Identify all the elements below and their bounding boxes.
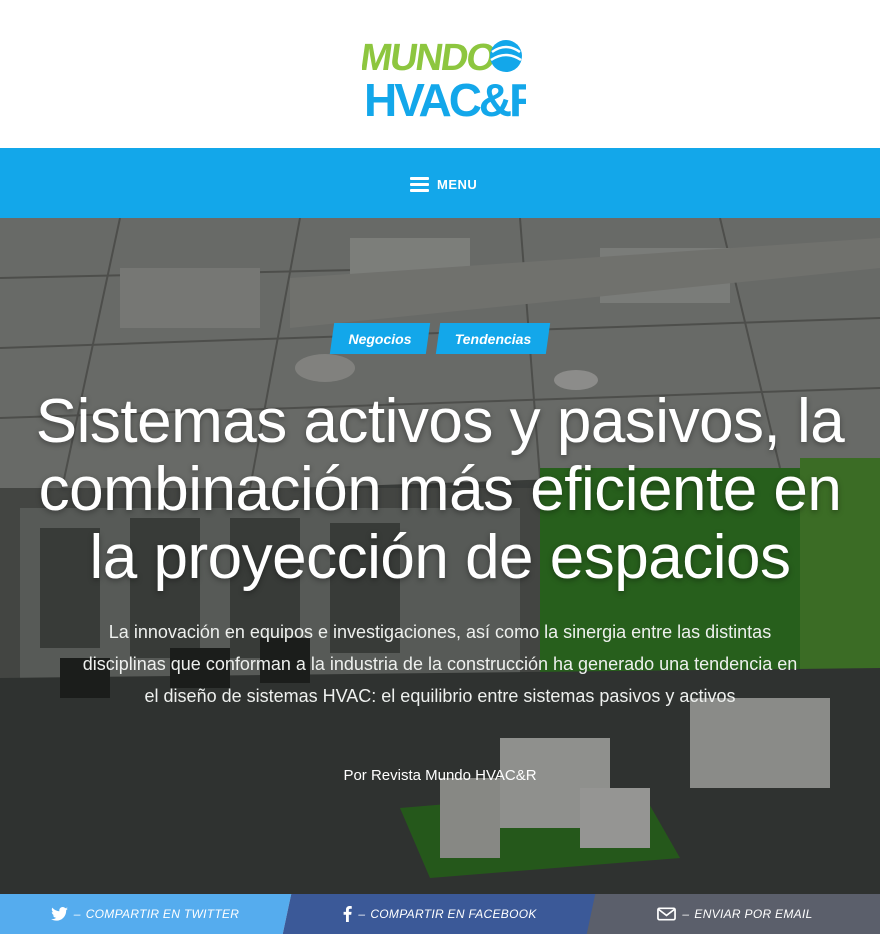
- article-subtitle: La innovación en equipos e investigacion…: [82, 622, 798, 706]
- share-bar: – COMPARTIR EN TWITTER – COMPARTIR EN FA…: [0, 894, 880, 934]
- share-separator: –: [682, 907, 690, 921]
- category-label: Tendencias: [454, 330, 532, 347]
- share-separator: –: [73, 907, 81, 921]
- share-email-label: ENVIAR POR EMAIL: [694, 907, 813, 921]
- hamburger-icon: [410, 176, 429, 192]
- facebook-icon: [343, 906, 353, 922]
- share-facebook-button[interactable]: – COMPARTIR EN FACEBOOK: [282, 894, 599, 934]
- main-navbar: MENU: [0, 148, 880, 218]
- share-twitter-label: COMPARTIR EN TWITTER: [85, 907, 240, 921]
- share-separator: –: [358, 907, 366, 921]
- logo-line2: HVAC&R: [364, 74, 526, 120]
- article-title: Sistemas activos y pasivos, la combinaci…: [35, 387, 845, 592]
- category-tags: Negocios Tendencias: [0, 323, 880, 354]
- share-email-button[interactable]: – ENVIAR POR EMAIL: [586, 894, 880, 934]
- site-header: MUNDO HVAC&R: [0, 0, 880, 148]
- site-logo[interactable]: MUNDO HVAC&R: [358, 34, 545, 126]
- share-twitter-button[interactable]: – COMPARTIR EN TWITTER: [0, 894, 292, 934]
- share-facebook-label: COMPARTIR EN FACEBOOK: [370, 907, 537, 921]
- category-tag-negocios[interactable]: Negocios: [332, 323, 428, 354]
- logo-line1: MUNDO: [362, 36, 498, 79]
- category-tag-tendencias[interactable]: Tendencias: [438, 323, 548, 354]
- twitter-icon: [50, 907, 68, 921]
- menu-label: MENU: [437, 176, 478, 192]
- envelope-icon: [657, 907, 677, 921]
- category-label: Negocios: [348, 330, 412, 347]
- article-hero: Negocios Tendencias Sistemas activos y p…: [0, 218, 880, 894]
- article-byline: Por Revista Mundo HVAC&R: [343, 767, 537, 784]
- menu-button[interactable]: MENU: [410, 175, 477, 193]
- mundo-hvacr-logo: MUNDO HVAC&R: [358, 36, 545, 126]
